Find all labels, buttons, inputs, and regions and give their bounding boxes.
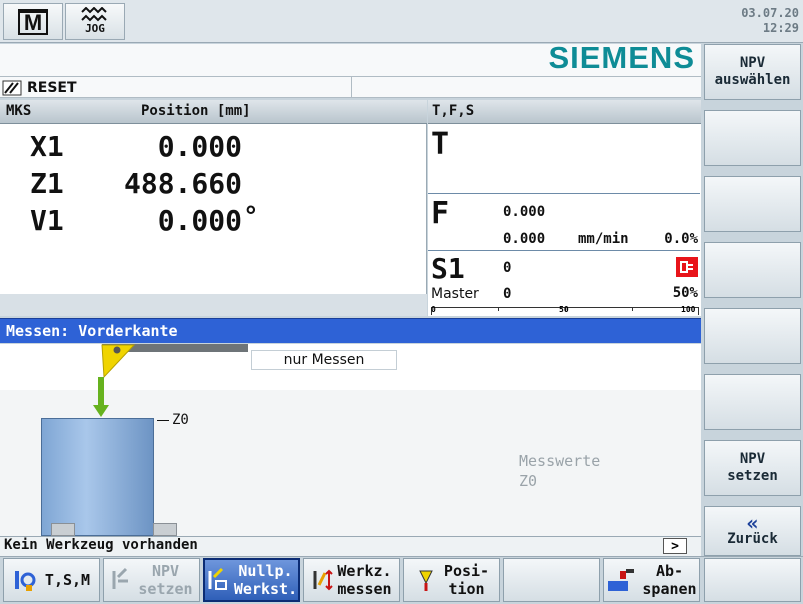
machine-icon: M <box>18 8 48 35</box>
axis-row: V1 0.000 ° <box>0 202 427 238</box>
hsk-empty-6[interactable] <box>503 558 600 602</box>
message-text: Kein Werkzeug vorhanden <box>4 537 198 553</box>
coordinate-system-label: MKS <box>6 103 32 119</box>
hsk-tsm[interactable]: T,S,M <box>3 558 100 602</box>
hsk-line2: setzen <box>138 580 193 598</box>
feed-unit: mm/min <box>578 231 629 247</box>
spindle-override: 50% <box>672 285 698 301</box>
tfs-divider <box>428 193 700 194</box>
tfs-title: T,F,S <box>432 103 475 119</box>
tfs-divider <box>428 250 700 251</box>
hsk-line2: tion <box>448 580 485 598</box>
hsk-line1: Nullp. <box>238 562 293 580</box>
vsk-line2: auswählen <box>714 72 791 88</box>
axis-name: V1 <box>30 204 64 237</box>
axis-row: X1 0.000 <box>0 128 427 164</box>
hsk-npv-setzen[interactable]: NPV setzen <box>103 558 200 602</box>
feed-label: F <box>431 196 450 231</box>
axis-value: 0.000 <box>157 130 242 163</box>
feed-value: 0.000 <box>503 204 546 220</box>
z0-label: Z0 <box>172 412 189 428</box>
workpiece-zero-icon <box>208 567 227 590</box>
workpiece <box>41 418 154 536</box>
vsk-empty-6[interactable] <box>704 374 801 430</box>
master-label: Master <box>431 286 479 302</box>
cutting-tool-icon <box>101 344 136 379</box>
machine-mode-button[interactable]: M <box>3 3 63 40</box>
hsk-line1: Ab- <box>655 562 684 580</box>
scale-label-100: 100 <box>681 305 696 314</box>
feed-actual: 0.000 <box>503 231 546 247</box>
spindle-load-bar: 0 50 100 <box>431 303 699 315</box>
hsk-werkz-messen[interactable]: Werkz. messen <box>303 558 400 602</box>
mode-field[interactable]: nur Messen <box>251 350 397 370</box>
hsk-nullp-werkst[interactable]: Nullp. Werkst. <box>203 558 300 602</box>
scale-label-0: 0 <box>431 305 436 314</box>
hsk-line2: spanen <box>642 580 697 598</box>
scale-tick <box>698 307 699 315</box>
header-date: 03.07.20 <box>741 6 799 20</box>
scale-tick <box>632 307 633 311</box>
hsk-line1: NPV <box>151 562 180 580</box>
spindle-state-icon <box>676 257 698 277</box>
master-value: 0 <box>503 286 512 302</box>
hsk-line2: messen <box>337 580 392 598</box>
feed-override: 0.0% <box>664 231 698 247</box>
vsk-empty-2[interactable] <box>704 110 801 166</box>
jog-icon <box>81 7 107 22</box>
vsk-npv-auswaehlen[interactable]: NPV auswählen <box>704 44 801 100</box>
position-panel-footer <box>0 294 427 316</box>
chevron-double-left-icon: « <box>746 510 759 535</box>
hsk-line2: Werkst. <box>233 580 298 598</box>
reset-status: RESET <box>2 77 352 98</box>
axis-value: 0.000 <box>157 204 242 237</box>
npv-icon <box>112 567 129 589</box>
vsk-empty-3[interactable] <box>704 176 801 232</box>
hsk-line1: Werkz. <box>337 562 392 580</box>
vsk-zurueck[interactable]: « Zurück <box>704 506 801 556</box>
position-column-label: Position [mm] <box>141 103 251 119</box>
tsm-icon <box>14 571 36 591</box>
vsk-line2: Zurück <box>727 530 778 547</box>
axis-name: Z1 <box>30 167 64 200</box>
chuck-jaw <box>153 523 177 536</box>
reset-icon <box>2 80 22 95</box>
axis-name: X1 <box>30 130 64 163</box>
messwerte-label: Messwerte <box>519 452 601 470</box>
scale-tick <box>498 307 499 311</box>
tool-measure-icon <box>313 569 334 591</box>
tool-label: T <box>431 127 450 162</box>
scale-label-50: 50 <box>559 305 569 314</box>
chuck-jaw <box>51 523 75 536</box>
hsk-line1: Posi- <box>443 562 490 580</box>
z0-marker <box>157 420 169 421</box>
vsk-line1: NPV <box>739 451 766 467</box>
vsk-empty-5[interactable] <box>704 308 801 364</box>
spindle-value: 0 <box>503 260 512 276</box>
axis-value: 488.660 <box>123 167 242 200</box>
header-time: 12:29 <box>762 21 799 35</box>
axis-row: Z1 488.660 <box>0 165 427 201</box>
vsk-line2: setzen <box>727 468 778 484</box>
vsk-empty-4[interactable] <box>704 242 801 298</box>
jog-label: JOG <box>85 22 105 35</box>
message-scroll-button[interactable]: > <box>663 538 687 554</box>
position-icon <box>419 570 433 591</box>
measure-title: Messen: Vorderkante <box>6 322 178 340</box>
face-turning-icon <box>608 569 635 591</box>
hsk-abspanen[interactable]: Ab- spanen <box>603 558 700 602</box>
spindle-label: S1 <box>431 252 465 285</box>
reset-label: RESET <box>27 79 77 96</box>
vsk-line1: NPV <box>739 55 766 71</box>
hsk-empty-8[interactable] <box>704 558 801 602</box>
tfs-panel <box>428 100 701 316</box>
axis-unit: ° <box>243 202 259 232</box>
jog-mode-button[interactable]: JOG <box>65 3 125 40</box>
hsk-position[interactable]: Posi- tion <box>403 558 500 602</box>
arrow-down-icon <box>93 377 109 417</box>
siemens-logo: SIEMENS <box>548 40 695 75</box>
hsk-line1: T,S,M <box>44 571 91 589</box>
vsk-npv-setzen[interactable]: NPV setzen <box>704 440 801 496</box>
messwerte-z0: Z0 <box>519 472 538 490</box>
